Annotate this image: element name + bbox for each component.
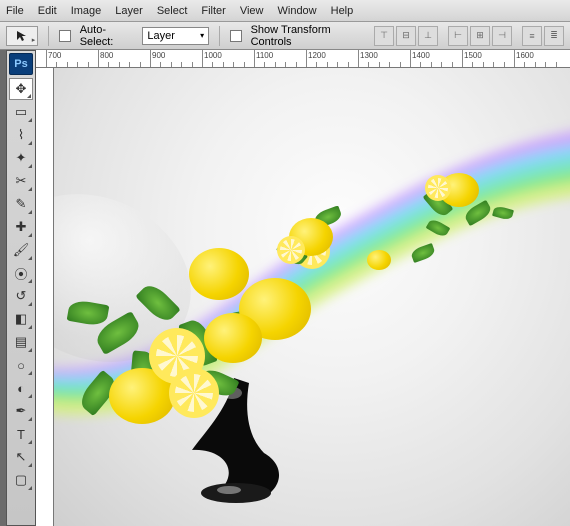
ruler-mark: 1600 [516, 51, 534, 60]
ruler-mark: 1300 [360, 51, 378, 60]
tool-dodge[interactable]: ◐ [9, 377, 33, 399]
show-transform-label: Show Transform Controls [251, 24, 368, 48]
leaf-3 [494, 208, 512, 218]
distribute-button[interactable]: ≣ [544, 26, 564, 46]
canvas[interactable] [54, 68, 570, 526]
tool-wand[interactable]: ✦ [9, 147, 33, 169]
move-cursor-icon [15, 29, 29, 43]
menu-image[interactable]: Image [71, 5, 102, 17]
lemon-small-1 [367, 250, 391, 270]
leaf-1 [429, 223, 447, 233]
leaf-2 [414, 248, 432, 258]
options-bar: Auto-Select: Layer Show Transform Contro… [0, 22, 570, 50]
auto-select-checkbox[interactable] [59, 30, 70, 42]
ps-badge-icon: Ps [9, 53, 33, 75]
tool-stamp[interactable]: ⦿ [9, 262, 33, 284]
tool-crop[interactable]: ✂ [9, 170, 33, 192]
show-transform-checkbox[interactable] [230, 30, 241, 42]
ruler-horizontal[interactable]: 700 800 900 1000 1100 1200 1300 1400 1500 1600 [36, 50, 570, 68]
active-tool-indicator[interactable] [6, 26, 38, 46]
separator [48, 26, 49, 46]
align-left-button[interactable]: ⊢ [448, 26, 468, 46]
distribute-button[interactable]: ≡ [522, 26, 542, 46]
tool-heal[interactable]: ✚ [9, 216, 33, 238]
auto-select-dropdown[interactable]: Layer [142, 27, 209, 45]
align-right-button[interactable]: ⊣ [492, 26, 512, 46]
menu-select[interactable]: Select [157, 5, 188, 17]
ruler-mark: 1100 [256, 51, 273, 60]
tool-move[interactable]: ✥ [9, 78, 33, 100]
ruler-mark: 900 [152, 51, 165, 60]
tool-lasso[interactable]: ⌇ [9, 124, 33, 146]
tool-blur[interactable]: ○ [9, 354, 33, 376]
menu-edit[interactable]: Edit [38, 5, 57, 17]
menu-view[interactable]: View [240, 5, 264, 17]
align-top-button[interactable]: ⊤ [374, 26, 394, 46]
ruler-mark: 1500 [464, 51, 482, 60]
ruler-mark: 700 [48, 51, 61, 60]
tool-gradient[interactable]: ▤ [9, 331, 33, 353]
tool-eyedrop[interactable]: ✎ [9, 193, 33, 215]
align-bottom-button[interactable]: ⊥ [418, 26, 438, 46]
tool-shape[interactable]: ▢ [9, 469, 33, 491]
align-group: ⊤ ⊟ ⊥ ⊢ ⊞ ⊣ ≡ ≣ [374, 26, 564, 46]
menu-file[interactable]: File [6, 5, 24, 17]
ruler-mark: 1200 [308, 51, 326, 60]
ruler-mark: 1400 [412, 51, 430, 60]
align-hcenter-button[interactable]: ⊞ [470, 26, 490, 46]
tools-panel: Ps ✥▭⌇✦✂✎✚🖌⦿↺◧▤○◐✒T↖▢ [6, 50, 36, 526]
menu-filter[interactable]: Filter [201, 5, 225, 17]
align-vcenter-button[interactable]: ⊟ [396, 26, 416, 46]
tool-path[interactable]: ↖ [9, 446, 33, 468]
tool-marquee[interactable]: ▭ [9, 101, 33, 123]
tool-type[interactable]: T [9, 423, 33, 445]
separator [219, 26, 220, 46]
menu-help[interactable]: Help [331, 5, 354, 17]
ruler-mark: 800 [100, 51, 113, 60]
auto-select-label: Auto-Select: [80, 24, 137, 48]
menu-window[interactable]: Window [278, 5, 317, 17]
tool-brush[interactable]: 🖌 [9, 239, 33, 261]
tool-eraser[interactable]: ◧ [9, 308, 33, 330]
tool-history[interactable]: ↺ [9, 285, 33, 307]
ruler-mark: 1000 [204, 51, 222, 60]
menu-bar: File Edit Image Layer Select Filter View… [0, 0, 570, 22]
tool-pen[interactable]: ✒ [9, 400, 33, 422]
ruler-vertical[interactable] [36, 68, 54, 526]
menu-layer[interactable]: Layer [115, 5, 143, 17]
